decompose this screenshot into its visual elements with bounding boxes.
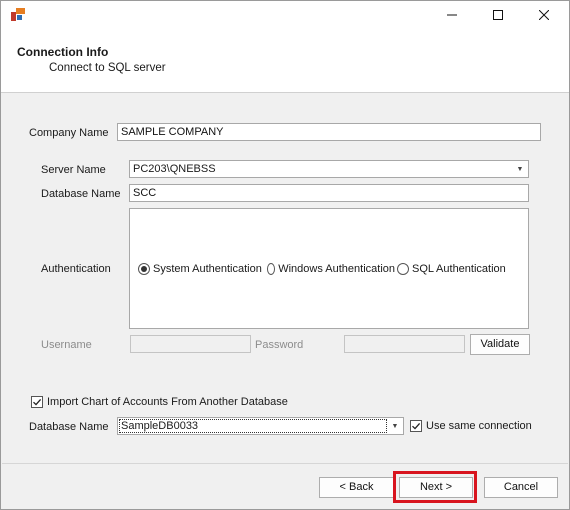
radio-indicator xyxy=(397,263,409,275)
validate-button[interactable]: Validate xyxy=(470,334,530,355)
import-database-value: SampleDB0033 xyxy=(121,420,199,432)
radio-sql-authentication-label: SQL Authentication xyxy=(412,263,506,275)
checkbox-box xyxy=(31,396,43,408)
authentication-group: System Authentication Windows Authentica… xyxy=(129,208,529,329)
chevron-down-icon[interactable]: ▼ xyxy=(387,418,403,434)
server-name-label: Server Name xyxy=(41,164,106,176)
radio-windows-authentication-label: Windows Authentication xyxy=(278,263,395,275)
import-database-name-label: Database Name xyxy=(29,421,109,433)
import-chart-label: Import Chart of Accounts From Another Da… xyxy=(47,396,288,408)
server-name-value: PC203\QNEBSS xyxy=(133,163,216,175)
radio-sql-authentication[interactable]: SQL Authentication xyxy=(397,261,506,277)
import-chart-checkbox[interactable]: Import Chart of Accounts From Another Da… xyxy=(31,395,288,409)
radio-system-authentication-label: System Authentication xyxy=(153,263,262,275)
cancel-button[interactable]: Cancel xyxy=(484,477,558,498)
database-name-input[interactable] xyxy=(129,184,529,202)
radio-indicator xyxy=(267,263,276,275)
username-input[interactable] xyxy=(130,335,251,353)
radio-selected-indicator xyxy=(138,263,150,275)
app-icon xyxy=(11,8,25,22)
page-subtitle: Connect to SQL server xyxy=(49,62,166,74)
use-same-connection-checkbox[interactable]: Use same connection xyxy=(410,419,532,433)
connection-wizard-window: Connection Info Connect to SQL server Co… xyxy=(0,0,570,510)
back-button[interactable]: < Back xyxy=(319,477,394,498)
minimize-icon[interactable] xyxy=(429,1,475,29)
close-icon[interactable] xyxy=(521,1,567,29)
page-title: Connection Info xyxy=(17,45,109,59)
password-label: Password xyxy=(255,339,304,351)
maximize-icon[interactable] xyxy=(475,1,521,29)
chevron-down-icon[interactable]: ▼ xyxy=(512,161,528,177)
title-bar xyxy=(1,1,569,29)
radio-system-authentication[interactable]: System Authentication xyxy=(138,261,262,277)
import-database-combobox[interactable]: SampleDB0033 ▼ xyxy=(117,417,404,435)
checkbox-box xyxy=(410,420,422,432)
use-same-connection-label: Use same connection xyxy=(426,420,532,432)
password-input[interactable] xyxy=(344,335,465,353)
server-name-combobox[interactable]: PC203\QNEBSS ▼ xyxy=(129,160,529,178)
username-label: Username xyxy=(41,339,92,351)
footer-divider xyxy=(2,463,568,464)
company-name-label: Company Name xyxy=(29,127,109,139)
wizard-header: Connection Info Connect to SQL server xyxy=(1,29,569,93)
database-name-label: Database Name xyxy=(41,188,121,200)
next-button-highlight xyxy=(393,471,477,503)
radio-windows-authentication[interactable]: Windows Authentication xyxy=(267,261,395,277)
authentication-label: Authentication xyxy=(41,263,111,275)
company-name-input[interactable] xyxy=(117,123,541,141)
